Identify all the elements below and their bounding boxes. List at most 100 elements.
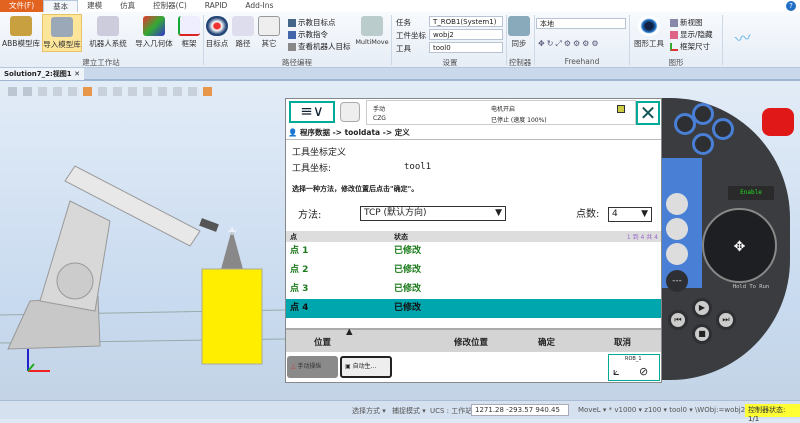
instruction-text: 选择一种方法，修改位置后点击"确定"。 bbox=[292, 185, 419, 193]
teach-target-button[interactable]: 示教目标点 bbox=[288, 17, 336, 28]
help-icon[interactable]: ? bbox=[786, 1, 796, 11]
tool-label: 工具 bbox=[396, 44, 411, 53]
dropdown-icon: ▼ bbox=[495, 208, 502, 218]
teach-instruction-button[interactable]: 示教指令 bbox=[288, 29, 328, 40]
position-button[interactable]: 位置 bbox=[314, 336, 331, 348]
speed-icon: ⊘ bbox=[639, 365, 649, 378]
method-label: 方法: bbox=[298, 210, 322, 221]
taskbar-jogging[interactable]: △ 手动操纵 bbox=[287, 356, 338, 378]
key-button[interactable] bbox=[692, 133, 714, 155]
status-bar: 选择方式 ▾ 捕捉模式 ▾ UCS : 工作站 1271.28 -293.57 … bbox=[0, 400, 800, 423]
select-mode-dropdown[interactable]: 选择方式 ▾ bbox=[352, 406, 386, 416]
show-hide-button[interactable]: 显示/隐藏 bbox=[670, 29, 713, 40]
path-button[interactable]: 路径 bbox=[232, 16, 254, 49]
ucs-label: UCS : 工作站 bbox=[430, 407, 473, 415]
close-button[interactable]: ✕ bbox=[636, 101, 660, 125]
geometry-icon bbox=[143, 16, 165, 36]
rob-quickset[interactable]: ROB_1 ⟀ ⊘ bbox=[608, 354, 660, 381]
task-select[interactable]: T_ROB1(System1) bbox=[429, 16, 503, 27]
incremental-button[interactable] bbox=[666, 243, 688, 265]
ok-button[interactable]: 确定 bbox=[538, 336, 555, 348]
target-icon bbox=[206, 16, 228, 36]
key-button[interactable] bbox=[712, 118, 734, 140]
status-bar: 手动 CZG 电机开启 已停止 (速度 100%) bbox=[366, 100, 636, 125]
table-row-selected[interactable]: 点 4 已修改 bbox=[286, 299, 661, 318]
breadcrumb-text: 程序数据 -> tooldata -> 定义 bbox=[299, 128, 410, 137]
column-header-status: 状态 bbox=[394, 233, 408, 241]
play-button[interactable]: ▶ bbox=[692, 298, 712, 318]
tab-modeling[interactable]: 建模 bbox=[78, 0, 111, 12]
controller-status[interactable]: 控制器状态: 1/1 bbox=[745, 404, 800, 423]
table-row[interactable]: 点 2 已修改 bbox=[286, 261, 661, 280]
jog-icon: △ bbox=[291, 363, 296, 370]
tab-basic[interactable]: 基本 bbox=[43, 0, 79, 12]
target-button[interactable]: 目标点 bbox=[205, 16, 229, 49]
page-title: 工具坐标定义 bbox=[292, 148, 347, 158]
tab-file[interactable]: 文件(F) bbox=[0, 0, 44, 12]
frame-size-button[interactable]: 框架尺寸 bbox=[670, 41, 710, 52]
method-select[interactable]: TCP (默认方向) ▼ bbox=[360, 206, 506, 221]
motion-mode-button[interactable] bbox=[666, 218, 688, 240]
tab-controller[interactable]: 控制器(C) bbox=[144, 0, 196, 12]
tool-label: 工具坐标: bbox=[292, 164, 332, 174]
step-forward-button[interactable]: ⏭ bbox=[716, 310, 736, 330]
tab-addins[interactable]: Add-Ins bbox=[236, 0, 282, 12]
instruction-template-selector[interactable]: MoveL ▾ * v1000 ▾ z100 ▾ tool0 ▾ \WObj:=… bbox=[578, 406, 751, 414]
import-library-button[interactable]: 导入模型库 bbox=[42, 14, 82, 52]
robot-scene: + bbox=[0, 165, 285, 372]
stop-button[interactable]: ■ bbox=[692, 324, 712, 344]
taskbar-autoproducer[interactable]: ▣ 自动生... bbox=[340, 356, 392, 378]
tab-simulation[interactable]: 仿真 bbox=[111, 0, 144, 12]
breadcrumb: 👤 程序数据 -> tooldata -> 定义 bbox=[288, 128, 410, 137]
table-header: 点 状态 1 到 4 共 4 bbox=[286, 231, 661, 242]
freehand-frame-select[interactable]: 本地 bbox=[536, 18, 626, 29]
yellow-block bbox=[201, 268, 263, 365]
points-select[interactable]: 4 ▼ bbox=[608, 207, 652, 222]
emergency-stop-button[interactable] bbox=[762, 108, 794, 136]
snap-mode-dropdown[interactable]: 捕捉模式 ▾ bbox=[392, 406, 426, 416]
abb-library-button[interactable]: ABB模型库 bbox=[2, 16, 40, 49]
motor-status: 电机开启 bbox=[491, 106, 516, 113]
multimove-icon bbox=[361, 16, 383, 36]
joystick[interactable]: ✥ bbox=[702, 208, 777, 283]
points-label: 点数: bbox=[576, 209, 600, 220]
teach-target-icon bbox=[288, 18, 296, 27]
graphics-tools-button[interactable]: 图形工具 bbox=[632, 16, 666, 49]
new-view-button[interactable]: 新视图 bbox=[670, 17, 703, 28]
hold-to-run-button[interactable]: Hold To Run bbox=[728, 284, 774, 294]
cancel-button[interactable]: 取消 bbox=[614, 336, 631, 348]
table-row[interactable]: 点 1 已修改 bbox=[286, 242, 661, 261]
wobj-label: 工件坐标 bbox=[396, 31, 426, 40]
main-menu-button[interactable]: ≡∨ bbox=[289, 101, 335, 123]
taskbar: △ 手动操纵 ▣ 自动生... ROB_1 ⟀ ⊘ bbox=[286, 352, 661, 382]
robot-tool bbox=[199, 218, 219, 232]
doc-tab[interactable]: Solution7_2:视图1 ✕ bbox=[0, 68, 84, 80]
tab-rapid[interactable]: RAPID bbox=[196, 0, 237, 12]
key-button[interactable] bbox=[692, 103, 714, 125]
tool-select[interactable]: tool0 bbox=[429, 42, 503, 53]
program-icon: ▣ bbox=[345, 363, 351, 370]
quickset-icon[interactable] bbox=[617, 105, 625, 113]
document-tabs: Solution7_2:视图1 ✕ bbox=[0, 68, 800, 81]
table-row[interactable]: 点 3 已修改 bbox=[286, 280, 661, 299]
frame-button[interactable]: 框架 bbox=[178, 16, 200, 49]
freehand-tools-icon[interactable]: ✥↻⤢⚙⚙⚙⚙ bbox=[538, 39, 624, 49]
view-robot-target-button[interactable]: 查看机器人目标 bbox=[288, 41, 351, 52]
step-back-button[interactable]: ⏮ bbox=[668, 310, 688, 330]
toggle-button[interactable]: --- bbox=[666, 270, 688, 292]
group-label-build-station: 建立工作站 bbox=[82, 58, 120, 67]
import-geometry-button[interactable]: 导入几何体 bbox=[133, 16, 175, 49]
dropdown-icon: ▼ bbox=[641, 209, 648, 219]
mechanical-unit-button[interactable] bbox=[666, 193, 688, 215]
group-label-path-programming: 路径编程 bbox=[282, 58, 312, 67]
status-info-icon[interactable] bbox=[340, 102, 360, 122]
wobj-select[interactable]: wobj2 bbox=[429, 29, 503, 40]
teach-instruction-icon bbox=[288, 30, 296, 39]
enable-button[interactable]: Enable bbox=[728, 186, 774, 200]
other-button[interactable]: 其它 bbox=[258, 16, 280, 49]
sync-button[interactable]: 同步 bbox=[508, 16, 530, 49]
multimove-button[interactable]: MultiMove bbox=[355, 16, 389, 46]
robot-system-button[interactable]: 机器人系统 bbox=[86, 16, 130, 49]
run-status: 已停止 (速度 100%) bbox=[491, 117, 547, 124]
modify-position-button[interactable]: 修改位置 bbox=[454, 336, 488, 348]
